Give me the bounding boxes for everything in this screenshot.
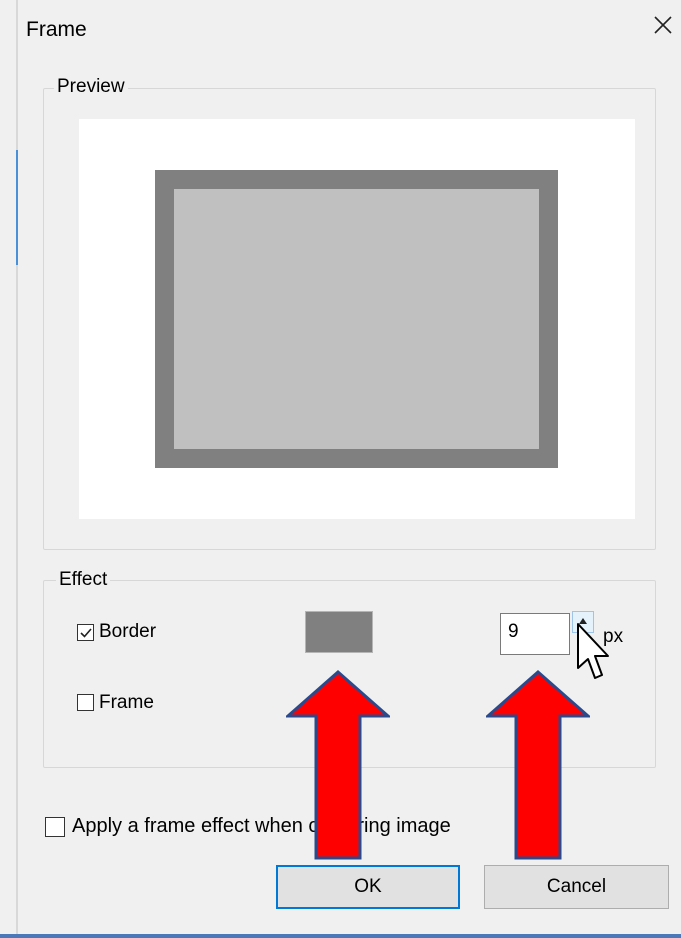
cancel-button[interactable]: Cancel xyxy=(484,865,669,909)
effect-legend: Effect xyxy=(56,569,111,591)
frame-label[interactable]: Frame xyxy=(99,692,154,714)
border-label[interactable]: Border xyxy=(99,621,156,643)
close-icon xyxy=(654,16,672,34)
annotation-arrow-up-icon xyxy=(486,670,590,860)
bottom-edge xyxy=(0,934,681,938)
preview-image xyxy=(174,189,539,449)
apply-frame-checkbox[interactable] xyxy=(45,817,65,837)
border-checkbox[interactable] xyxy=(77,624,94,641)
ok-button[interactable]: OK xyxy=(276,865,460,909)
left-window-edge xyxy=(16,0,18,938)
border-color-button[interactable] xyxy=(305,611,373,653)
border-size-input[interactable]: 9 xyxy=(500,613,570,655)
apply-frame-label[interactable]: Apply a frame effect when capturing imag… xyxy=(72,815,451,838)
frame-checkbox[interactable] xyxy=(77,694,94,711)
preview-frame-border xyxy=(155,170,558,468)
left-window-edge-highlight xyxy=(16,150,18,265)
preview-legend: Preview xyxy=(54,76,128,98)
close-button[interactable] xyxy=(648,10,678,40)
dialog-title: Frame xyxy=(26,18,87,41)
mouse-pointer-icon xyxy=(577,623,609,679)
checkmark-icon xyxy=(80,628,92,638)
annotation-arrow-up-icon xyxy=(286,670,390,860)
